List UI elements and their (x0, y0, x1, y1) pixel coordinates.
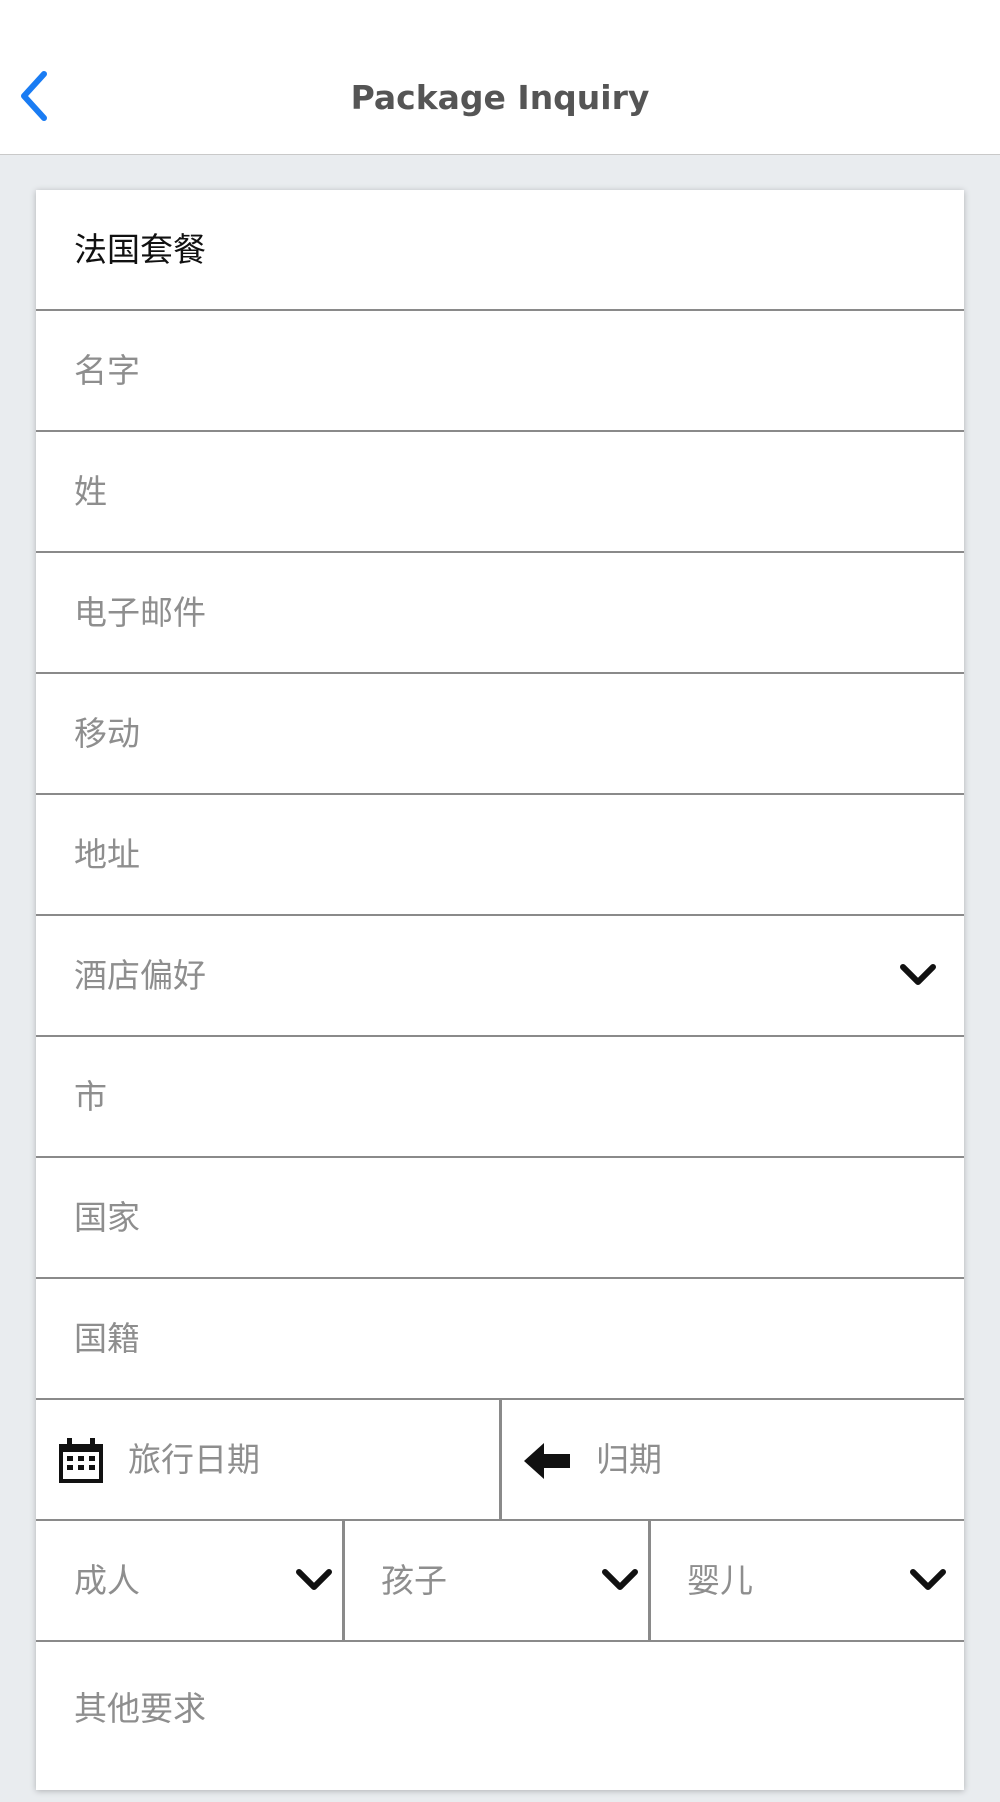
mobile-field[interactable]: 移动 (36, 674, 964, 795)
address-placeholder: 地址 (74, 835, 140, 874)
chevron-down-icon (898, 962, 938, 988)
calendar-icon (56, 1437, 106, 1485)
nationality-field[interactable]: 国籍 (36, 1279, 964, 1400)
travelers-row: 成人 孩子 婴儿 (36, 1521, 964, 1642)
other-requests-textarea[interactable]: 其他要求 (36, 1642, 964, 1802)
adults-placeholder: 成人 (74, 1561, 140, 1600)
chevron-down-icon (908, 1567, 948, 1593)
country-field[interactable]: 国家 (36, 1158, 964, 1279)
other-requests-placeholder: 其他要求 (74, 1689, 206, 1728)
hotel-preference-placeholder: 酒店偏好 (74, 956, 206, 995)
email-field[interactable]: 电子邮件 (36, 553, 964, 674)
children-select[interactable]: 孩子 (342, 1521, 648, 1640)
hotel-preference-select[interactable]: 酒店偏好 (36, 916, 964, 1037)
travel-date-placeholder: 旅行日期 (128, 1440, 260, 1479)
chevron-down-icon (600, 1567, 640, 1593)
mobile-placeholder: 移动 (74, 714, 140, 753)
address-field[interactable]: 地址 (36, 795, 964, 916)
top-bar: Package Inquiry (0, 0, 1000, 155)
adults-select[interactable]: 成人 (36, 1521, 342, 1640)
last-name-field[interactable]: 姓 (36, 432, 964, 553)
infants-select[interactable]: 婴儿 (648, 1521, 964, 1640)
package-name-row: 法国套餐 (36, 190, 964, 311)
arrow-left-icon (522, 1437, 572, 1485)
city-field[interactable]: 市 (36, 1037, 964, 1158)
city-placeholder: 市 (74, 1077, 107, 1116)
travel-date-field[interactable]: 旅行日期 (36, 1400, 499, 1519)
infants-placeholder: 婴儿 (687, 1561, 753, 1600)
date-row: 旅行日期 归期 (36, 1400, 964, 1521)
last-name-placeholder: 姓 (74, 472, 107, 511)
first-name-placeholder: 名字 (74, 351, 140, 390)
return-date-placeholder: 归期 (596, 1440, 662, 1479)
children-placeholder: 孩子 (381, 1561, 447, 1600)
page-title: Package Inquiry (350, 78, 650, 117)
first-name-field[interactable]: 名字 (36, 311, 964, 432)
chevron-down-icon (294, 1567, 334, 1593)
return-date-field[interactable]: 归期 (499, 1400, 964, 1519)
country-placeholder: 国家 (74, 1198, 140, 1237)
inquiry-form: 法国套餐 名字 姓 电子邮件 移动 地址 酒店偏好 市 国家 国籍 旅行日期 归… (36, 190, 964, 1790)
email-placeholder: 电子邮件 (74, 593, 206, 632)
nationality-placeholder: 国籍 (74, 1319, 140, 1358)
package-name: 法国套餐 (74, 230, 206, 269)
